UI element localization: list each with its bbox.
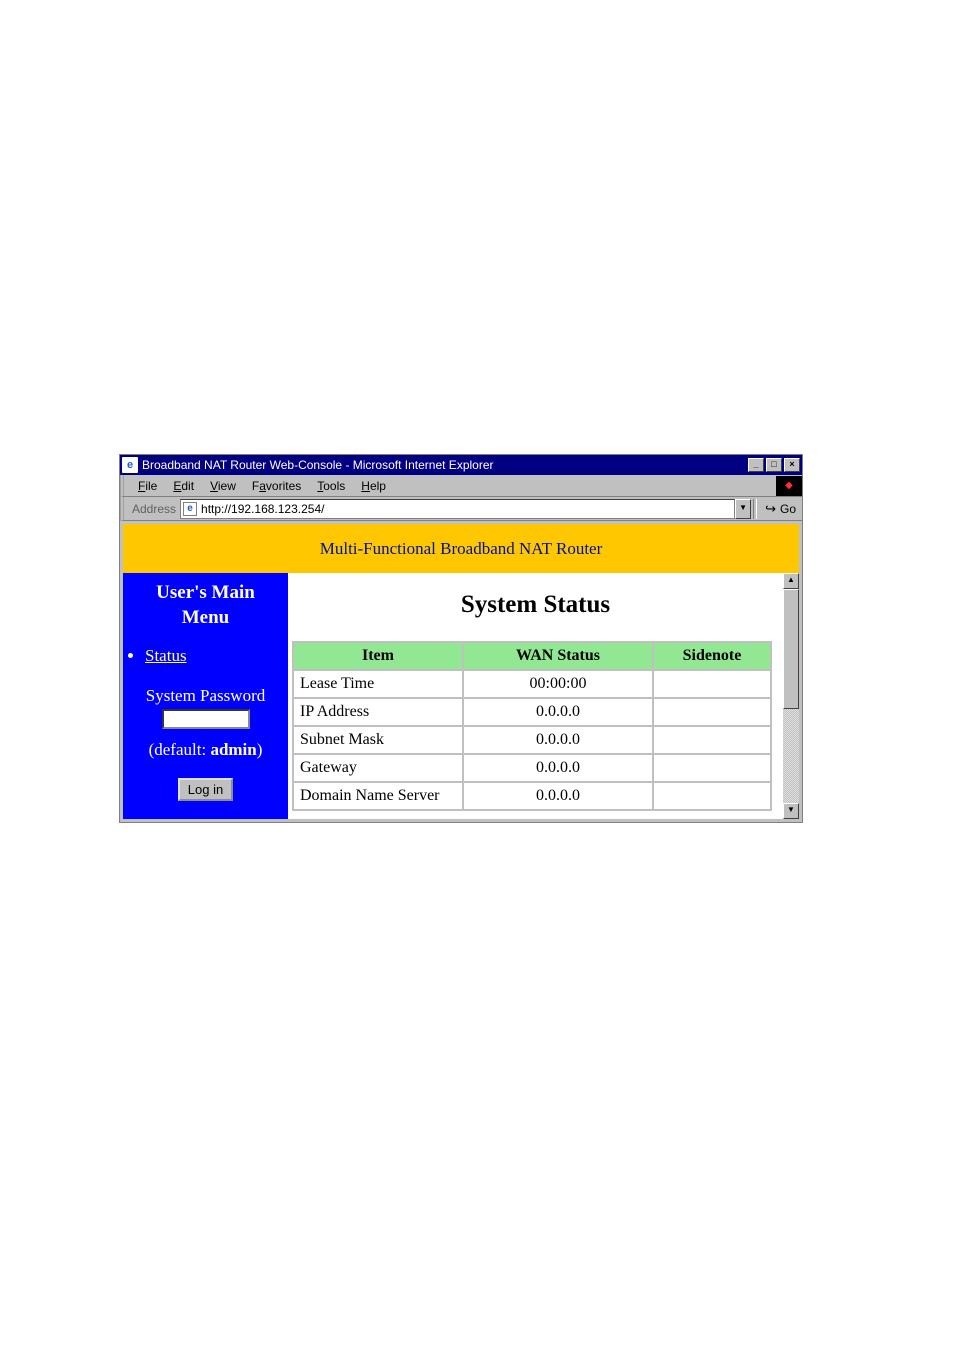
cell-sidenote xyxy=(653,698,771,726)
menu-favorites[interactable]: Favorites xyxy=(244,477,309,495)
ie-icon: e xyxy=(122,457,138,473)
address-bar: Address e http://192.168.123.254/ ▼ ↪ Go xyxy=(120,497,802,521)
table-row: IP Address0.0.0.0 xyxy=(293,698,771,726)
go-arrow-icon: ↪ xyxy=(765,501,776,517)
cell-item: Subnet Mask xyxy=(293,726,463,754)
menu-file[interactable]: File xyxy=(130,477,165,495)
table-row: Domain Name Server0.0.0.0 xyxy=(293,782,771,810)
minimize-button[interactable]: _ xyxy=(748,458,764,472)
cell-wan: 0.0.0.0 xyxy=(463,698,653,726)
cell-wan: 0.0.0.0 xyxy=(463,726,653,754)
scroll-down-button[interactable]: ▼ xyxy=(783,803,799,819)
col-item: Item xyxy=(293,642,463,670)
browser-window: e Broadband NAT Router Web-Console - Mic… xyxy=(119,454,803,823)
col-sidenote: Sidenote xyxy=(653,642,771,670)
cell-sidenote xyxy=(653,726,771,754)
col-wan: WAN Status xyxy=(463,642,653,670)
titlebar: e Broadband NAT Router Web-Console - Mic… xyxy=(120,455,802,475)
cell-item: Domain Name Server xyxy=(293,782,463,810)
cell-wan: 00:00:00 xyxy=(463,670,653,698)
cell-sidenote xyxy=(653,782,771,810)
table-row: Lease Time00:00:00 xyxy=(293,670,771,698)
scroll-up-button[interactable]: ▲ xyxy=(783,573,799,589)
table-row: Gateway0.0.0.0 xyxy=(293,754,771,782)
scroll-track[interactable] xyxy=(783,589,799,803)
ie-logo-icon: ◆ xyxy=(776,476,802,496)
menubar: File Edit View Favorites Tools Help ◆ xyxy=(120,475,802,497)
menu-edit[interactable]: Edit xyxy=(165,477,202,495)
status-table: Item WAN Status Sidenote Lease Time00:00… xyxy=(292,641,772,811)
window-buttons: _ □ × xyxy=(748,458,800,472)
password-label: System Password xyxy=(123,686,288,706)
cell-item: IP Address xyxy=(293,698,463,726)
password-row: System Password xyxy=(123,676,288,734)
vertical-scrollbar[interactable]: ▲ ▼ xyxy=(783,573,799,819)
cell-sidenote xyxy=(653,754,771,782)
sidebar-title: User's Main Menu xyxy=(123,577,288,646)
main-area: User's Main Menu Status System Password … xyxy=(120,573,802,822)
maximize-button[interactable]: □ xyxy=(766,458,782,472)
banner-text: Multi-Functional Broadband NAT Router xyxy=(320,539,603,559)
page-ie-icon: e xyxy=(183,502,197,516)
menu-view[interactable]: View xyxy=(202,477,244,495)
cell-item: Gateway xyxy=(293,754,463,782)
status-link[interactable]: Status xyxy=(145,646,187,665)
cell-wan: 0.0.0.0 xyxy=(463,782,653,810)
content: System Status Item WAN Status Sidenote L… xyxy=(288,573,783,819)
toolbar-separator xyxy=(753,499,757,519)
cell-sidenote xyxy=(653,670,771,698)
table-row: Subnet Mask0.0.0.0 xyxy=(293,726,771,754)
address-dropdown-button[interactable]: ▼ xyxy=(735,499,751,519)
banner: Multi-Functional Broadband NAT Router xyxy=(120,521,802,573)
go-label: Go xyxy=(780,502,796,516)
cell-item: Lease Time xyxy=(293,670,463,698)
sidebar-item-status: Status xyxy=(145,646,288,666)
page-heading: System Status xyxy=(288,591,783,619)
close-button[interactable]: × xyxy=(784,458,800,472)
address-input[interactable]: e http://192.168.123.254/ xyxy=(180,499,735,519)
password-input[interactable] xyxy=(162,709,250,729)
window-title: Broadband NAT Router Web-Console - Micro… xyxy=(142,458,748,472)
password-default: (default: admin) xyxy=(123,734,288,760)
scroll-thumb[interactable] xyxy=(783,589,799,709)
sidebar: User's Main Menu Status System Password … xyxy=(123,573,288,819)
go-button[interactable]: ↪ Go xyxy=(759,501,802,517)
menu-help[interactable]: Help xyxy=(353,477,394,495)
cell-wan: 0.0.0.0 xyxy=(463,754,653,782)
address-label: Address xyxy=(128,502,180,516)
menu-tools[interactable]: Tools xyxy=(309,477,353,495)
login-button[interactable]: Log in xyxy=(178,778,233,801)
address-url: http://192.168.123.254/ xyxy=(201,502,324,516)
